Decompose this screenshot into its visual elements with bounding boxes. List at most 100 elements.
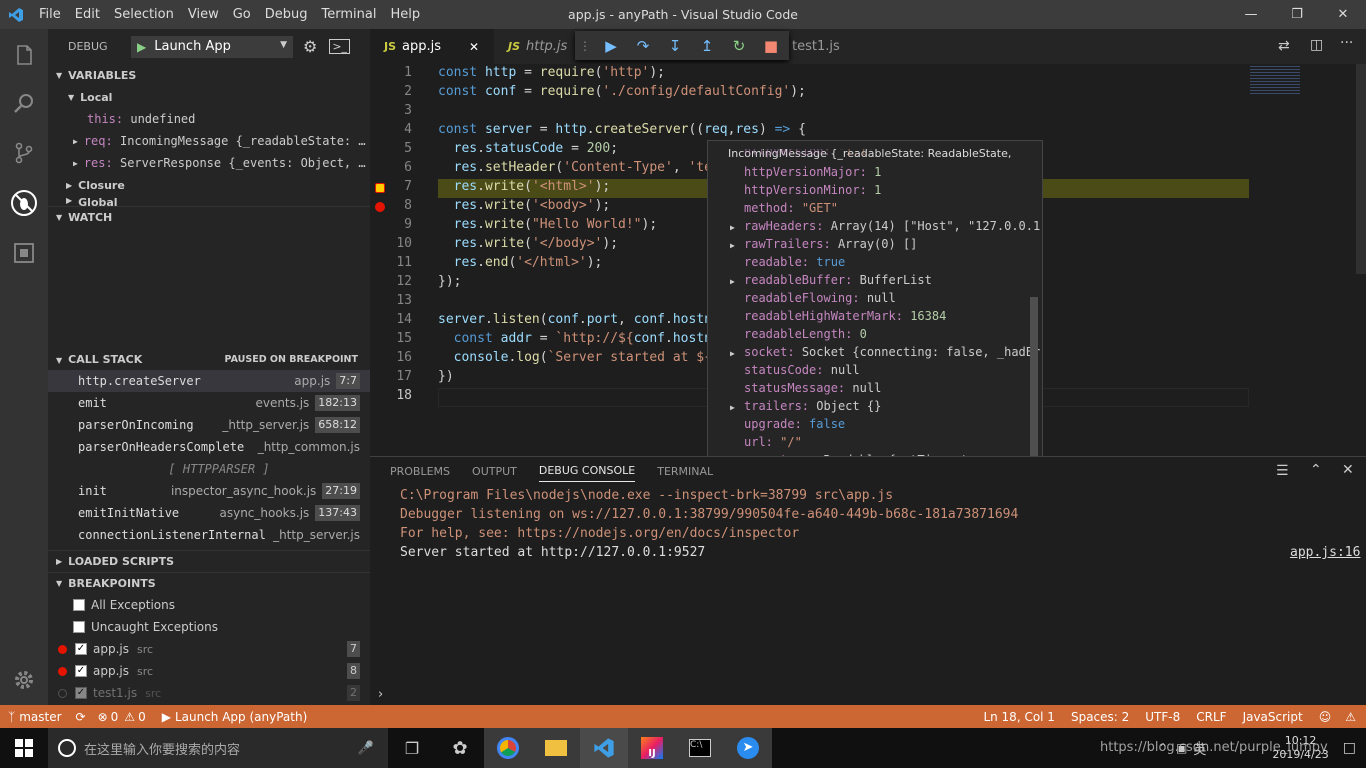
- gear-icon[interactable]: ⚙: [303, 37, 317, 56]
- menu-debug[interactable]: Debug: [258, 0, 315, 29]
- hover-property[interactable]: readable: true: [730, 253, 845, 271]
- tab-http-js[interactable]: JS http.js: [494, 29, 567, 64]
- hover-property[interactable]: ▶ rawTrailers: Array(0) []: [730, 235, 917, 253]
- hover-property[interactable]: readableHighWaterMark: 16384: [730, 307, 946, 325]
- settings-gear-icon[interactable]: [0, 656, 48, 704]
- stop-icon[interactable]: ■: [755, 37, 787, 55]
- minimap[interactable]: [1248, 64, 1356, 124]
- tab-app-js[interactable]: JS app.js ✕: [370, 29, 494, 64]
- drag-handle-icon[interactable]: ⋮: [575, 39, 595, 53]
- watch-header[interactable]: ▼ WATCH: [48, 206, 370, 228]
- hover-property[interactable]: ▶ socket: Socket {connecting: false, _had…: [730, 343, 1040, 361]
- hover-property[interactable]: ▶ rawHeaders: Array(14) ["Host", "127.0.0…: [730, 217, 1040, 235]
- tab-debug-console[interactable]: DEBUG CONSOLE: [538, 464, 636, 482]
- eol[interactable]: CRLF: [1196, 710, 1226, 724]
- hover-property[interactable]: readableLength: 0: [730, 325, 867, 343]
- variable-res[interactable]: ▶ res: ServerResponse {_events: Object, …: [48, 152, 370, 174]
- breakpoint-item[interactable]: ✓ app.js src 7: [48, 638, 370, 660]
- split-editor-icon[interactable]: ◫: [1310, 37, 1323, 53]
- encoding[interactable]: UTF-8: [1145, 710, 1180, 724]
- loaded-scripts-header[interactable]: ▶ LOADED SCRIPTS: [48, 550, 370, 572]
- checkbox[interactable]: [73, 599, 85, 611]
- stack-frame[interactable]: parserOnIncoming _http_server.js 658:12: [48, 414, 370, 436]
- tab-problems[interactable]: PROBLEMS: [390, 465, 450, 478]
- menu-terminal[interactable]: Terminal: [315, 0, 384, 29]
- debug-console-icon[interactable]: >_: [329, 39, 351, 54]
- scope-global[interactable]: ▶ Global: [48, 196, 370, 206]
- terminal-icon[interactable]: C:\: [676, 728, 724, 768]
- callstack-header[interactable]: ▼ CALL STACK PAUSED ON BREAKPOINT: [48, 348, 370, 370]
- variable-hover-widget[interactable]: IncomingMessage {_readableState: Readabl…: [707, 140, 1043, 492]
- tab-output[interactable]: OUTPUT: [472, 465, 517, 478]
- warning-count[interactable]: 0: [138, 710, 146, 724]
- indentation[interactable]: Spaces: 2: [1071, 710, 1129, 724]
- intellij-icon[interactable]: IJ: [628, 728, 676, 768]
- status-launch[interactable]: Launch App (anyPath): [175, 710, 307, 724]
- step-over-icon[interactable]: ↷: [627, 37, 659, 55]
- hover-property[interactable]: statusCode: null: [730, 361, 860, 379]
- microphone-icon[interactable]: 🎤: [358, 741, 374, 756]
- pinwheel-app-icon[interactable]: ✿: [436, 728, 484, 768]
- stack-frame[interactable]: http.createServer app.js 7:7: [48, 370, 370, 392]
- stack-frame[interactable]: parserOnHeadersComplete _http_common.js: [48, 436, 370, 458]
- search-icon[interactable]: [0, 79, 48, 127]
- language-mode[interactable]: JavaScript: [1243, 710, 1303, 724]
- stack-frame[interactable]: init inspector_async_hook.js 27:19: [48, 480, 370, 502]
- taskbar-search-box[interactable]: 在这里输入你要搜索的内容 🎤: [48, 728, 388, 768]
- breakpoint-item[interactable]: ✓ app.js src 8: [48, 660, 370, 682]
- console-source-link[interactable]: app.js:16: [1290, 545, 1360, 560]
- checkbox[interactable]: [73, 621, 85, 633]
- close-icon[interactable]: ✕: [1320, 0, 1366, 29]
- breakpoint-item[interactable]: ✓ test1.js src 2: [48, 682, 370, 704]
- variable-req[interactable]: ▶ req: IncomingMessage {_readableState: …: [48, 130, 370, 152]
- minimize-icon[interactable]: —: [1228, 0, 1274, 29]
- source-control-icon[interactable]: [0, 129, 48, 177]
- debug-icon[interactable]: [0, 179, 48, 227]
- menu-view[interactable]: View: [181, 0, 226, 29]
- feedback-icon[interactable]: ☺: [1319, 710, 1332, 724]
- clear-console-icon[interactable]: ☰: [1276, 463, 1289, 479]
- feishu-app-icon[interactable]: ➤: [724, 728, 772, 768]
- stack-frame[interactable]: emitInitNative async_hooks.js 137:43: [48, 502, 370, 524]
- tab-terminal[interactable]: TERMINAL: [657, 465, 713, 478]
- console-prompt-icon[interactable]: ›: [378, 687, 383, 702]
- continue-icon[interactable]: ▶: [595, 37, 627, 55]
- hover-property[interactable]: url: "/": [730, 433, 802, 451]
- step-out-icon[interactable]: ↥: [691, 37, 723, 55]
- editor-scrollbar[interactable]: [1356, 64, 1366, 274]
- sync-icon[interactable]: ⟳: [76, 710, 86, 724]
- errors-icon[interactable]: ⊗: [98, 710, 108, 724]
- menu-edit[interactable]: Edit: [68, 0, 107, 29]
- branch-icon[interactable]: ᛉ: [8, 710, 15, 724]
- scope-closure[interactable]: ▶ Closure: [48, 174, 370, 196]
- hover-property[interactable]: httpVersionMinor: 1: [730, 181, 881, 199]
- menu-file[interactable]: File: [32, 0, 68, 29]
- menu-selection[interactable]: Selection: [107, 0, 181, 29]
- stack-frame[interactable]: connectionListenerInternal _http_server.j…: [48, 524, 370, 546]
- notifications-icon[interactable]: □: [1343, 740, 1356, 756]
- more-actions-icon[interactable]: ···: [1340, 35, 1353, 51]
- launch-config-select[interactable]: ▶ Launch App ▼: [131, 35, 293, 58]
- hover-property[interactable]: statusMessage: null: [730, 379, 881, 397]
- task-view-icon[interactable]: ❐: [388, 728, 436, 768]
- uncaught-exceptions-toggle[interactable]: Uncaught Exceptions: [48, 616, 370, 638]
- menu-go[interactable]: Go: [226, 0, 258, 29]
- launch-play-icon[interactable]: ▶: [162, 710, 171, 724]
- restore-icon[interactable]: ❐: [1274, 0, 1320, 29]
- hover-property[interactable]: upgrade: false: [730, 415, 845, 433]
- restart-icon[interactable]: ↻: [723, 37, 755, 55]
- cursor-position[interactable]: Ln 18, Col 1: [983, 710, 1055, 724]
- all-exceptions-toggle[interactable]: All Exceptions: [48, 594, 370, 616]
- hover-property[interactable]: readableFlowing: null: [730, 289, 896, 307]
- error-count[interactable]: 0: [111, 710, 119, 724]
- checkbox[interactable]: ✓: [75, 665, 87, 677]
- stack-frame[interactable]: emit events.js 182:13: [48, 392, 370, 414]
- start-debug-icon[interactable]: ▶: [137, 40, 146, 54]
- close-icon[interactable]: ✕: [469, 40, 479, 54]
- checkbox[interactable]: ✓: [75, 643, 87, 655]
- git-branch[interactable]: master: [19, 710, 61, 724]
- hover-property[interactable]: ▶ trailers: Object {}: [730, 397, 881, 415]
- menu-help[interactable]: Help: [383, 0, 427, 29]
- extensions-icon[interactable]: [0, 229, 48, 277]
- vscode-taskbar-icon[interactable]: [580, 728, 628, 768]
